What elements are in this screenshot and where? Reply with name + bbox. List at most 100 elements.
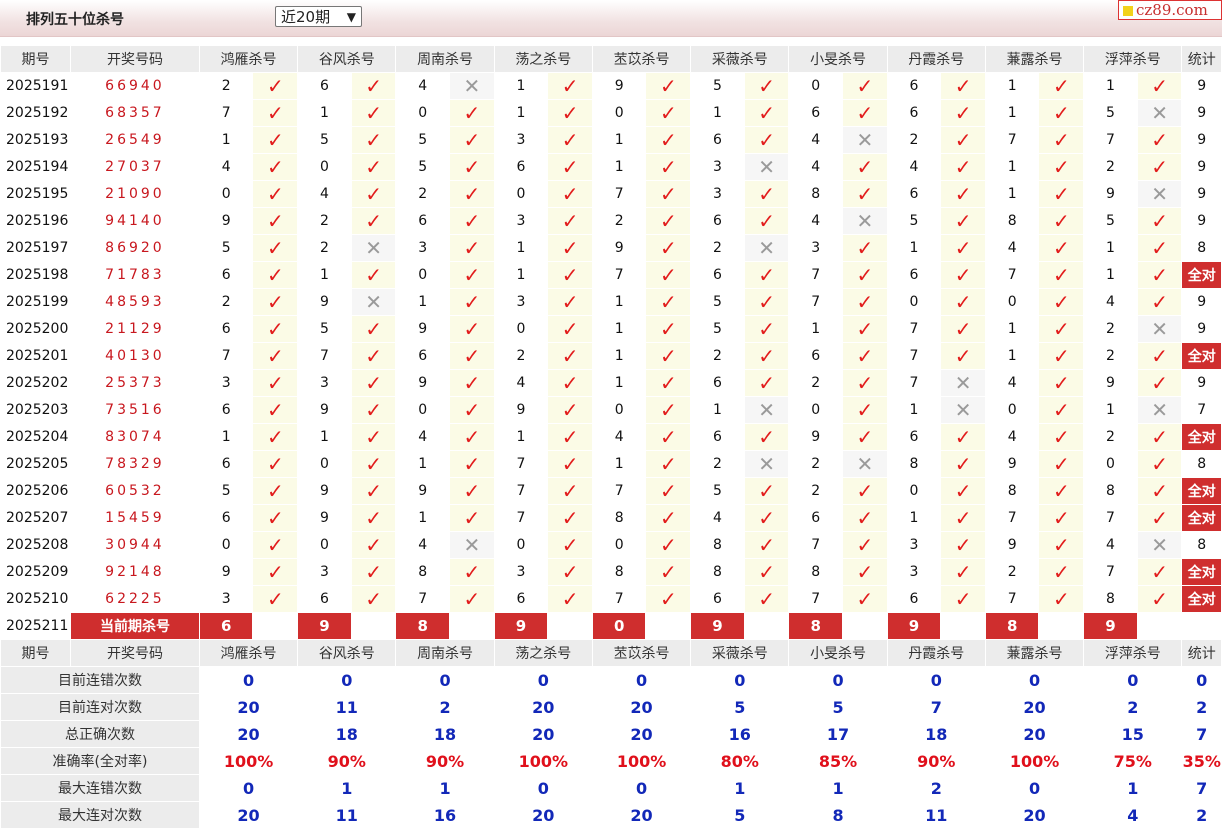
kill-number-cell: 3 [493,558,549,586]
kill-number-cell: 7 [984,261,1040,289]
kill-number-cell: 9 [591,234,647,262]
kill-number-cell: 3 [788,234,843,262]
result-cell: ✓ [1136,585,1183,613]
result-cell: ✓ [940,288,986,316]
result-cell: ✕ [743,450,790,478]
kill-number-cell: 1 [395,504,450,532]
table-row: 2025209 92148 9 ✓ 3 ✓ 8 ✓ 3 ✓ 8 ✓ 8 ✓ 8 ✓ 3 ✓ 2 ✓ 7 ✓ 全对 [0,558,1222,586]
check-icon: ✓ [266,289,284,314]
result-cell: ✓ [448,261,495,289]
draw-number-cell: 68357 [69,99,200,127]
stat-value: 2 [395,693,495,721]
count-cell: 全对 [1181,585,1222,613]
result-cell: ✓ [743,423,790,451]
kill-number-cell: 5 [690,288,745,316]
result-cell: ✕ [743,153,790,181]
count-cell: 9 [1181,369,1222,397]
check-icon: ✓ [758,370,775,395]
site-logo[interactable]: cz89.com [1118,0,1222,20]
result-cell: ✓ [350,585,397,613]
period-select[interactable]: 近20期 ▼ [275,6,362,27]
current-kill-number: 9 [1083,612,1138,640]
check-icon: ✓ [1052,289,1070,314]
kill-number-cell: 1 [591,369,647,397]
check-icon: ✓ [365,532,382,557]
kill-number-cell: 1 [886,396,942,424]
result-cell: ✓ [645,531,692,559]
count-cell: 全对 [1181,261,1222,289]
result-cell: ✓ [350,396,397,424]
kill-number-cell: 1 [984,153,1040,181]
current-kill-number: 9 [297,612,352,640]
check-icon: ✓ [954,532,972,557]
issue-cell: 2025201 [0,342,71,370]
col-expert: 谷风杀号 [297,45,397,73]
kill-number-cell: 1 [591,126,647,154]
result-cell: ✓ [743,315,790,343]
cross-icon: ✕ [954,397,972,422]
result-cell: ✓ [645,504,692,532]
stat-value: 20 [591,693,692,721]
check-icon: ✓ [463,100,481,125]
kill-number-cell: 0 [297,450,352,478]
kill-number-cell: 2 [493,342,549,370]
stat-value: 0 [297,666,397,694]
draw-number-cell: 26549 [69,126,200,154]
result-cell: ✓ [1038,261,1085,289]
stat-value: 5 [788,693,888,721]
draw-number-cell: 86920 [69,234,200,262]
result-cell: ✓ [547,315,593,343]
col-expert: 周南杀号 [395,639,495,667]
issue-cell: 2025196 [0,207,71,235]
result-cell: ✓ [841,261,888,289]
check-icon: ✓ [266,154,284,179]
result-cell: ✓ [448,369,495,397]
result-cell: ✓ [1038,504,1085,532]
check-icon: ✓ [954,343,972,368]
stat-total: 2 [1181,801,1222,829]
check-icon: ✓ [266,559,284,584]
cross-icon: ✕ [758,397,775,422]
result-cell: ✓ [252,288,299,316]
result-cell: ✓ [350,153,397,181]
kill-number-cell: 1 [1083,234,1138,262]
kill-number-cell: 1 [493,99,549,127]
result-cell: ✓ [645,342,692,370]
stat-value: 0 [493,666,593,694]
check-icon: ✓ [266,505,284,530]
result-cell: ✓ [350,477,397,505]
kill-number-cell: 0 [1083,450,1138,478]
kill-number-cell: 7 [198,342,254,370]
cross-icon: ✕ [1151,532,1168,557]
result-cell: ✓ [743,207,790,235]
col-expert: 小旻杀号 [788,45,888,73]
result-cell: ✓ [1136,153,1183,181]
stat-value: 100% [591,747,692,775]
result-cell: ✓ [350,450,397,478]
kill-number-cell: 8 [788,180,843,208]
result-cell: ✓ [940,423,986,451]
count-cell: 9 [1181,180,1222,208]
check-icon: ✓ [1151,235,1168,260]
kill-number-cell: 2 [198,288,254,316]
kill-number-cell: 4 [788,153,843,181]
check-icon: ✓ [954,154,972,179]
kill-number-cell: 0 [788,72,843,100]
result-cell: ✓ [940,99,986,127]
stat-value: 90% [297,747,397,775]
check-icon: ✓ [266,424,284,449]
stat-total: 0 [1181,666,1222,694]
stat-row: 目前连对次数 20 11 2 20 20 5 5 7 20 2 2 [0,693,1222,721]
check-icon: ✓ [856,262,874,287]
kill-number-cell: 0 [198,531,254,559]
result-cell: ✓ [841,180,888,208]
kill-number-cell: 5 [198,234,254,262]
stat-value: 85% [788,747,888,775]
kill-number-cell: 0 [395,396,450,424]
result-cell: ✓ [841,369,888,397]
check-icon: ✓ [365,73,382,98]
kill-number-cell: 5 [690,315,745,343]
kill-number-cell: 3 [493,207,549,235]
kill-number-cell: 6 [788,342,843,370]
check-icon: ✓ [365,505,382,530]
